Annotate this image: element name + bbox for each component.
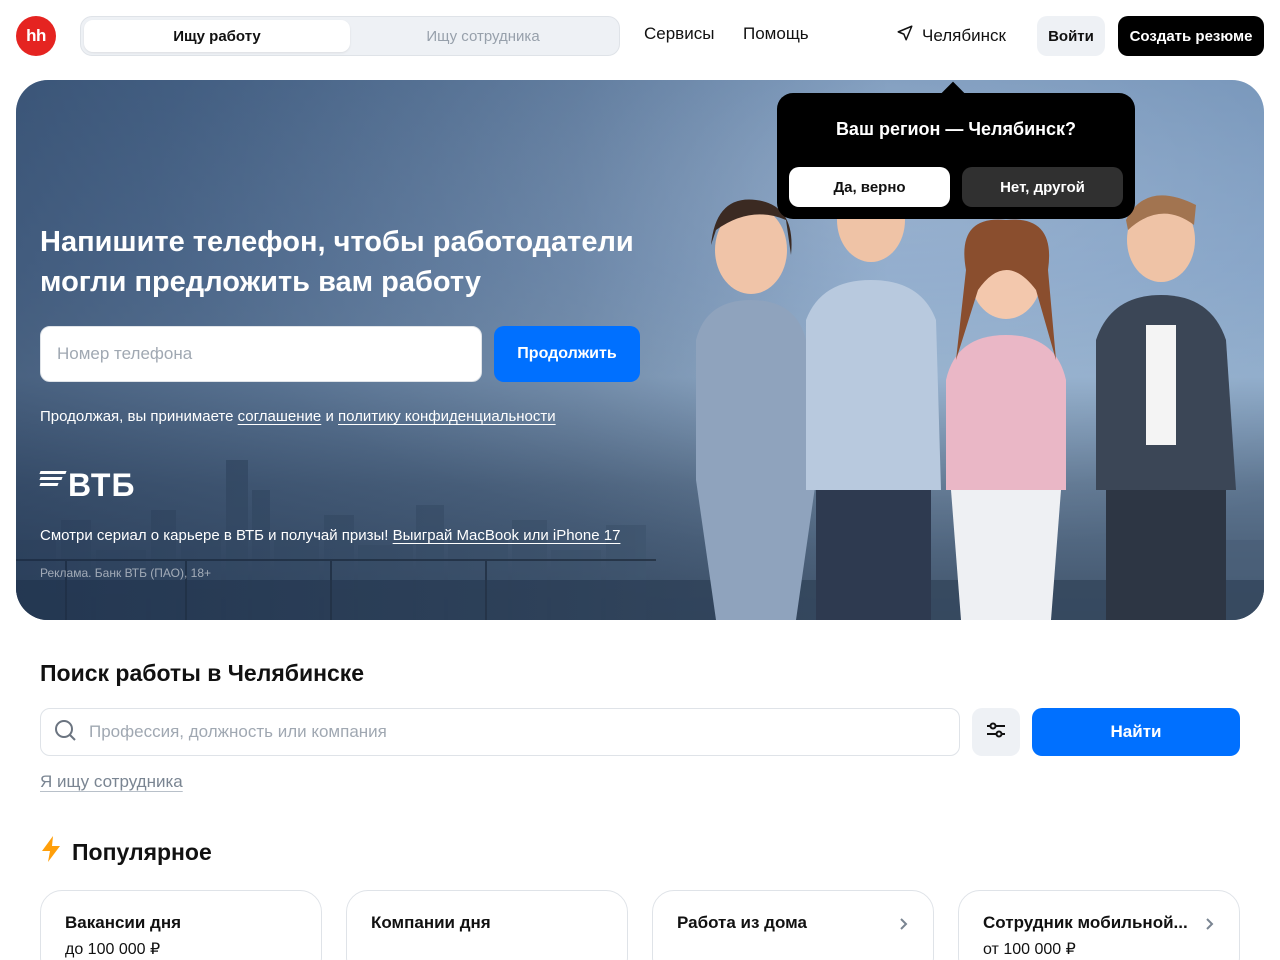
- login-button[interactable]: Войти: [1037, 16, 1105, 56]
- city-name: Челябинск: [922, 25, 1006, 45]
- card-title: Вакансии дня: [65, 913, 182, 932]
- card-title: Сотрудник мобильной...: [983, 913, 1188, 932]
- phone-input[interactable]: [40, 326, 482, 382]
- search-box[interactable]: [40, 708, 960, 756]
- search-title: Поиск работы в Челябинске: [40, 660, 365, 686]
- employer-link[interactable]: Я ищу сотрудника: [40, 772, 183, 792]
- sliders-icon: [984, 718, 1008, 747]
- search-input[interactable]: [89, 722, 929, 742]
- vtb-bars-icon: [39, 471, 67, 486]
- consent-prefix: Продолжая, вы принимаете: [40, 408, 234, 425]
- chevron-right-icon: [897, 915, 909, 936]
- tab-job-seeker[interactable]: Ищу работу: [84, 20, 350, 52]
- search-icon: [53, 718, 77, 747]
- header: hh Ищу работу Ищу сотрудника Сервисы Пом…: [0, 0, 1280, 72]
- promo-description: Смотри сериал о карьере в ВТБ и получай …: [40, 527, 389, 544]
- promo-text: Смотри сериал о карьере в ВТБ и получай …: [40, 527, 620, 544]
- lightning-icon: [40, 836, 62, 868]
- role-switch: Ищу работу Ищу сотрудника: [80, 16, 620, 56]
- location-arrow-icon: [896, 24, 914, 47]
- chevron-right-icon: [1203, 915, 1215, 936]
- find-button[interactable]: Найти: [1032, 708, 1240, 756]
- continue-button[interactable]: Продолжить: [494, 326, 640, 382]
- nav-help[interactable]: Помощь: [743, 24, 809, 44]
- filters-button[interactable]: [972, 708, 1020, 756]
- create-resume-button[interactable]: Создать резюме: [1118, 16, 1264, 56]
- consent-and: и: [325, 408, 334, 425]
- card-subtitle: до 100 000 ₽: [65, 941, 161, 958]
- consent-text: Продолжая, вы принимаете соглашение и по…: [40, 408, 556, 425]
- ad-disclaimer: Реклама. Банк ВТБ (ПАО), 18+: [40, 566, 212, 580]
- hh-logo[interactable]: hh: [16, 16, 56, 56]
- nav-services[interactable]: Сервисы: [644, 24, 714, 44]
- popular-heading: Популярное: [40, 836, 212, 868]
- people-illustration: [696, 178, 1236, 620]
- region-confirm-popup: Ваш регион — Челябинск? Да, верно Нет, д…: [777, 93, 1135, 219]
- card-subtitle: от 100 000 ₽: [983, 941, 1076, 958]
- vtb-logo-text: ВТБ: [68, 467, 136, 503]
- popular-card-vacancies-of-day[interactable]: Вакансии дня до 100 000 ₽: [40, 890, 322, 960]
- card-title: Работа из дома: [677, 913, 807, 932]
- agreement-link[interactable]: соглашение: [238, 408, 322, 425]
- promo-link[interactable]: Выиграй MacBook или iPhone 17: [393, 527, 621, 544]
- region-no-button[interactable]: Нет, другой: [962, 167, 1123, 207]
- card-title: Компании дня: [371, 913, 491, 932]
- popular-card-companies-of-day[interactable]: Компании дня: [346, 890, 628, 960]
- region-question: Ваш регион — Челябинск?: [835, 119, 1077, 139]
- privacy-policy-link[interactable]: политику конфиденциальности: [338, 408, 556, 425]
- vtb-logo[interactable]: ВТБ: [39, 467, 136, 503]
- region-yes-button[interactable]: Да, верно: [789, 167, 950, 207]
- hero-title: Напишите телефон, чтобы работодатели мог…: [40, 226, 634, 298]
- popular-title: Популярное: [72, 838, 212, 865]
- popular-card-mobile-employee[interactable]: Сотрудник мобильной... от 100 000 ₽: [958, 890, 1240, 960]
- city-selector[interactable]: Челябинск: [896, 24, 1006, 47]
- tab-employer[interactable]: Ищу сотрудника: [350, 20, 616, 52]
- popular-card-remote-work[interactable]: Работа из дома: [652, 890, 934, 960]
